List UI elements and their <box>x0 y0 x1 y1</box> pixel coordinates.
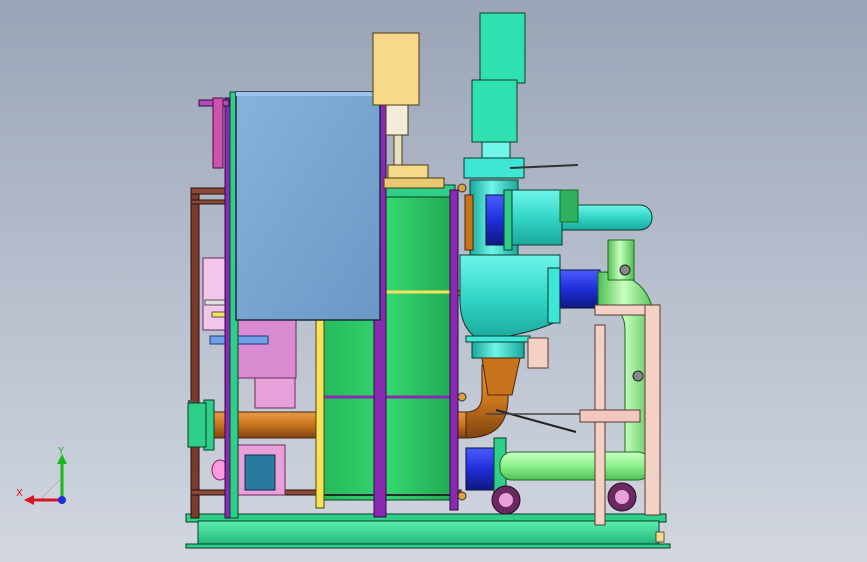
cad-model-view[interactable]: Y X <box>0 0 867 562</box>
frame-bracket <box>212 97 224 169</box>
butterfly-valve-upper[interactable] <box>485 189 513 251</box>
y-axis-label: Y <box>57 446 65 457</box>
actuator-tower[interactable] <box>463 12 579 179</box>
butterfly-valve-middle[interactable] <box>547 267 601 324</box>
x-axis-label: X <box>16 488 23 499</box>
z-axis-dot <box>58 496 66 504</box>
axis-triad: Y X <box>16 446 67 505</box>
control-panel[interactable] <box>235 91 381 321</box>
x-axis-head <box>24 495 34 505</box>
cad-viewport[interactable]: Y X <box>0 0 867 562</box>
triad-plane <box>39 477 63 501</box>
